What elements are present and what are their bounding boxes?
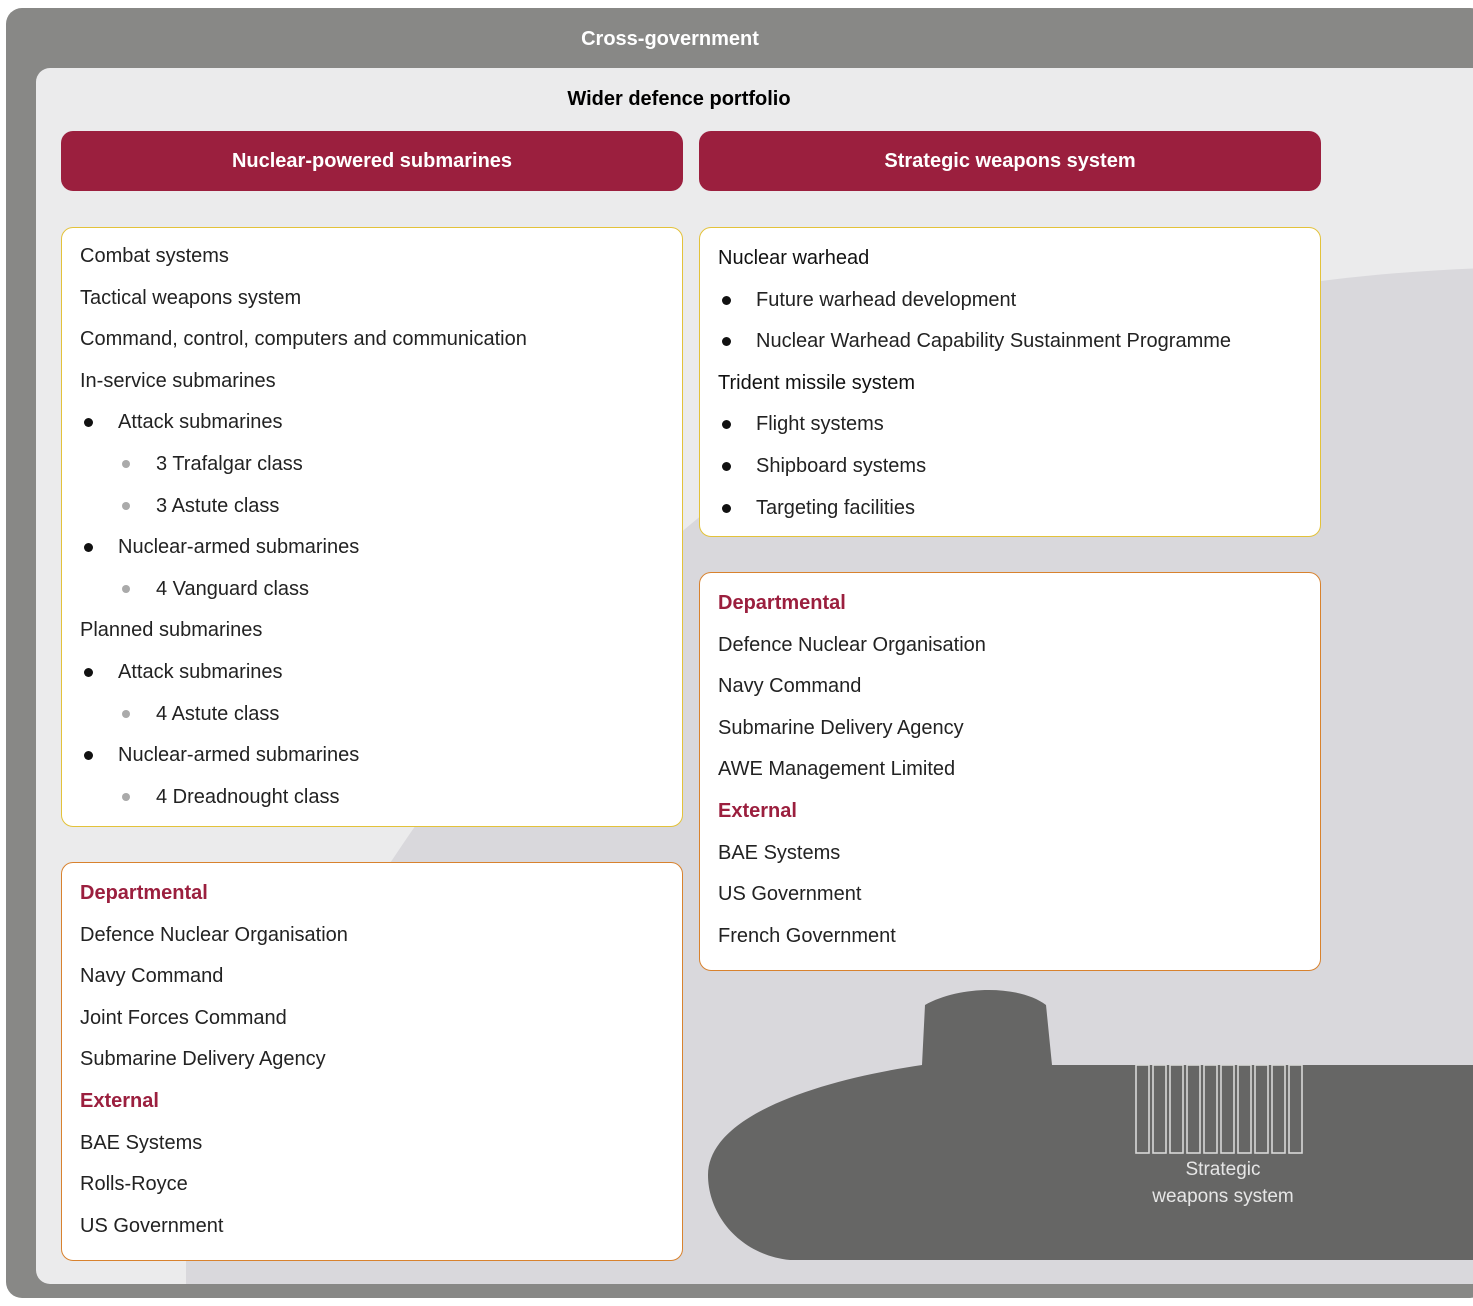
organisation-heading: External <box>80 1089 159 1112</box>
programme-item: Flight systems <box>718 408 1302 450</box>
organisation-item: US Government <box>718 883 862 906</box>
programme-item: Shipboard systems <box>718 450 1302 492</box>
left-programmes-list: Combat systems Tactical weapons system Com… <box>80 240 664 822</box>
organisation-item: US Government <box>80 1214 224 1237</box>
submarine-label-line-2: weapons system <box>1152 1186 1294 1207</box>
organisation-item: AWE Management Limited <box>718 758 956 781</box>
right-organisations-box: Departmental Defence Nuclear Organisation… <box>699 572 1321 971</box>
organisation-item: Submarine Delivery Agency <box>80 1048 326 1071</box>
organisation-item: French Government <box>718 924 896 947</box>
submarine-label-line-1: Strategic <box>1185 1159 1261 1180</box>
left-programmes-box: Combat systems Tactical weapons system Com… <box>61 227 683 827</box>
header-nuclear-powered-submarines: Nuclear-powered submarines <box>61 131 683 191</box>
programme-item: Targeting facilities <box>718 492 1302 534</box>
organisation-item: Rolls-Royce <box>80 1173 188 1196</box>
organisation-item: Defence Nuclear Organisation <box>80 923 348 946</box>
programme-item: 3 Astute class <box>80 490 664 532</box>
programme-item: 4 Dreadnought class <box>80 781 664 823</box>
left-organisations-box: Departmental Defence Nuclear Organisation… <box>61 862 683 1261</box>
programme-item: Nuclear-armed submarines <box>80 739 664 781</box>
programme-item: Combat systems <box>80 245 229 267</box>
programme-item: Command, control, computers and communic… <box>80 328 527 351</box>
programme-item: In-service submarines <box>80 369 276 392</box>
programme-item: 3 Trafalgar class <box>80 448 664 490</box>
organisation-item: Navy Command <box>80 965 224 988</box>
right-programmes-box: Nuclear warhead Future warhead developmen… <box>699 227 1321 537</box>
programme-item: Trident missile system <box>718 371 916 394</box>
organisation-item: Joint Forces Command <box>80 1006 287 1029</box>
submarine-label: Strategic weapons system <box>1110 1156 1336 1210</box>
wider-defence-title: Wider defence portfolio <box>567 88 791 110</box>
header-strategic-weapons-system: Strategic weapons system <box>699 131 1321 191</box>
left-organisations-list: Departmental Defence Nuclear Organisation… <box>80 877 664 1251</box>
submarine-silhouette <box>708 990 1473 1260</box>
organisation-item: BAE Systems <box>80 1131 203 1154</box>
programme-item: 4 Astute class <box>80 698 664 740</box>
organisation-item: BAE Systems <box>718 841 841 864</box>
organisation-item: Navy Command <box>718 675 862 698</box>
organisation-heading: Departmental <box>718 592 846 614</box>
programme-item: Planned submarines <box>80 619 263 642</box>
programme-item: 4 Vanguard class <box>80 573 664 615</box>
programme-item: Attack submarines <box>80 656 664 698</box>
organisation-item: Submarine Delivery Agency <box>718 716 964 739</box>
programme-item: Tactical weapons system <box>80 286 302 309</box>
organisation-item: Defence Nuclear Organisation <box>718 633 986 656</box>
right-organisations-list: Departmental Defence Nuclear Organisation… <box>718 587 1302 961</box>
organisation-heading: External <box>718 799 797 822</box>
programme-item: Nuclear Warhead Capability Sustainment P… <box>718 325 1302 367</box>
programme-item: Nuclear-armed submarines <box>80 531 664 573</box>
programme-item: Nuclear warhead <box>718 247 870 269</box>
organisation-heading: Departmental <box>80 882 208 904</box>
programme-item: Attack submarines <box>80 406 664 448</box>
programme-item: Future warhead development <box>718 284 1302 326</box>
right-programmes-list: Nuclear warhead Future warhead developmen… <box>718 242 1302 533</box>
